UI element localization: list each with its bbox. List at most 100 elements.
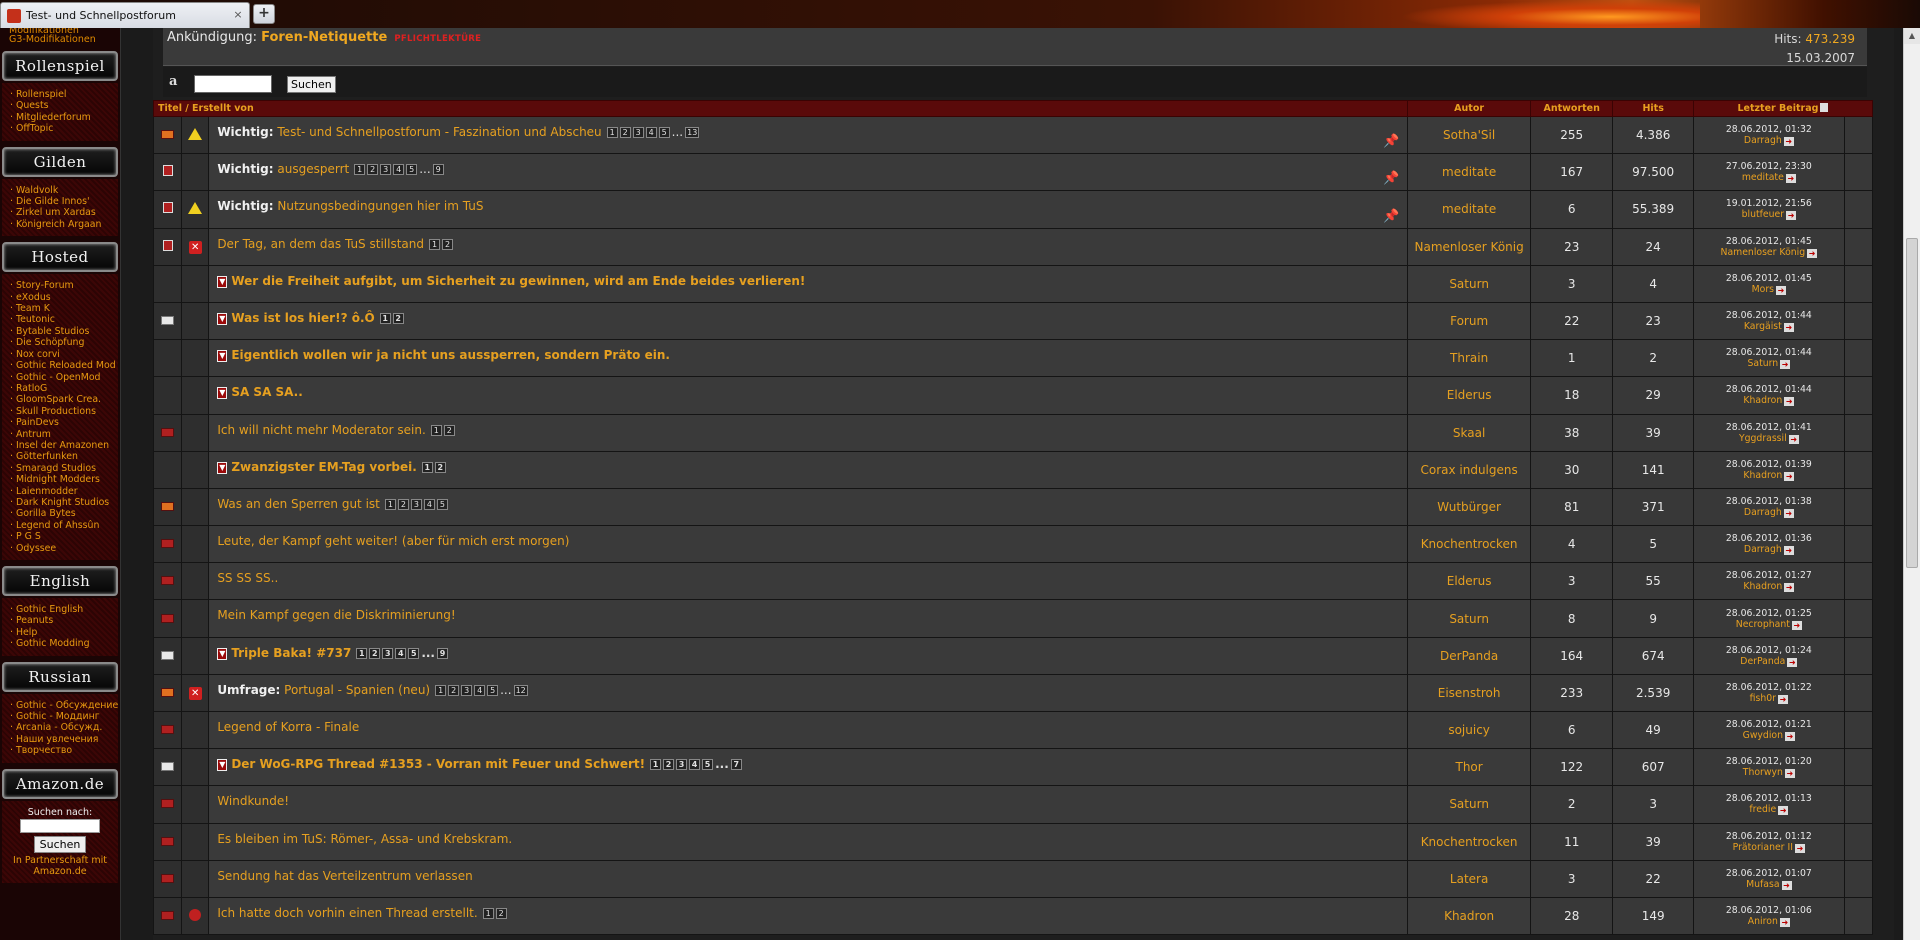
jump-new-icon[interactable]: ▼ bbox=[217, 759, 228, 772]
goto-last-icon[interactable]: ➜ bbox=[1788, 434, 1799, 444]
scroll-up-icon[interactable]: ▲ bbox=[1904, 28, 1920, 44]
page-link[interactable]: 2 bbox=[619, 127, 631, 138]
sidebar-link[interactable]: Waldvolk bbox=[10, 185, 118, 196]
page-link[interactable]: 2 bbox=[369, 647, 381, 659]
page-link[interactable]: 1 bbox=[482, 907, 494, 919]
header-last-post[interactable]: Letzter Beitrag bbox=[1692, 100, 1874, 117]
amazon-search-button[interactable]: Suchen bbox=[33, 835, 87, 853]
thread-link[interactable]: Windkunde! bbox=[217, 794, 289, 808]
scrollbar-thumb[interactable] bbox=[1906, 238, 1918, 568]
sidebar-link[interactable]: RatloG bbox=[10, 383, 118, 394]
sidebar-link[interactable]: Mitgliederforum bbox=[10, 112, 118, 123]
thread-author[interactable]: Knochentrocken bbox=[1407, 525, 1531, 564]
jump-new-icon[interactable]: ▼ bbox=[217, 275, 228, 288]
last-post-user[interactable]: Kargäist bbox=[1744, 321, 1782, 332]
sidebar-link[interactable]: OffTopic bbox=[10, 123, 118, 134]
browser-tab[interactable]: Test- und Schnellpostforum × bbox=[0, 2, 250, 28]
thread-link[interactable]: Zwanzigster EM-Tag vorbei. bbox=[231, 460, 416, 474]
goto-last-icon[interactable]: ➜ bbox=[1780, 360, 1791, 370]
last-post-user[interactable]: Khadron bbox=[1743, 581, 1782, 592]
forum-search-button[interactable]: Suchen bbox=[287, 76, 336, 93]
page-link[interactable]: 2 bbox=[441, 238, 453, 250]
last-post-user[interactable]: blutfeuer bbox=[1742, 209, 1784, 220]
last-post-user[interactable]: Necrophant bbox=[1736, 619, 1790, 630]
goto-last-icon[interactable]: ➜ bbox=[1781, 880, 1792, 890]
page-link[interactable]: 13 bbox=[685, 127, 700, 138]
thread-author[interactable]: Thrain bbox=[1407, 339, 1531, 378]
thread-link[interactable]: Portugal - Spanien (neu) bbox=[284, 683, 430, 697]
sidebar-link[interactable]: Dark Knight Studios bbox=[10, 497, 118, 508]
goto-last-icon[interactable]: ➜ bbox=[1783, 323, 1794, 333]
goto-last-icon[interactable]: ➜ bbox=[1783, 546, 1794, 556]
thread-link[interactable]: Leute, der Kampf geht weiter! (aber für … bbox=[217, 534, 569, 548]
page-scrollbar[interactable]: ▲ bbox=[1903, 28, 1920, 940]
last-post-user[interactable]: Namenloser König bbox=[1721, 247, 1806, 258]
page-link[interactable]: 5 bbox=[658, 127, 670, 138]
goto-last-icon[interactable]: ➜ bbox=[1784, 583, 1795, 593]
last-post-user[interactable]: DerPanda bbox=[1740, 656, 1785, 667]
header-replies[interactable]: Antworten bbox=[1529, 100, 1614, 117]
goto-last-icon[interactable]: ➜ bbox=[1807, 248, 1818, 258]
page-link[interactable]: 2 bbox=[367, 164, 379, 176]
sidebar-link[interactable]: PainDevs bbox=[10, 417, 118, 428]
sidebar-link[interactable]: Smaragd Studios bbox=[10, 463, 118, 474]
last-post-user[interactable]: Yggdrassil bbox=[1739, 433, 1787, 444]
page-link[interactable]: 2 bbox=[434, 461, 446, 473]
page-link[interactable]: 4 bbox=[689, 759, 701, 771]
jump-new-icon[interactable]: ▼ bbox=[217, 312, 228, 325]
page-link[interactable]: 4 bbox=[423, 498, 435, 510]
page-link[interactable]: 1 bbox=[384, 498, 396, 510]
last-post-user[interactable]: Saturn bbox=[1747, 358, 1778, 369]
page-link[interactable]: 1 bbox=[354, 164, 366, 176]
thread-author[interactable]: meditate bbox=[1407, 190, 1531, 229]
jump-new-icon[interactable]: ▼ bbox=[217, 461, 228, 474]
sidebar-link[interactable]: Insel der Amazonen bbox=[10, 440, 118, 451]
sidebar-link[interactable]: Antrum bbox=[10, 429, 118, 440]
page-link[interactable]: 9 bbox=[432, 164, 444, 176]
thread-author[interactable]: Khadron bbox=[1407, 896, 1531, 936]
thread-author[interactable]: Saturn bbox=[1407, 264, 1531, 303]
sidebar-link[interactable]: Gothic - OpenMod bbox=[10, 372, 118, 383]
thread-author[interactable]: Sotha'Sil bbox=[1407, 115, 1531, 155]
goto-last-icon[interactable]: ➜ bbox=[1778, 806, 1789, 816]
sidebar-link[interactable]: Götterfunken bbox=[10, 451, 118, 462]
thread-link[interactable]: Ich hatte doch vorhin einen Thread erste… bbox=[217, 906, 477, 920]
goto-last-icon[interactable]: ➜ bbox=[1783, 508, 1794, 518]
header-hits[interactable]: Hits bbox=[1612, 100, 1694, 117]
thread-link[interactable]: ausgesperrt bbox=[277, 162, 349, 176]
thread-author[interactable]: Knochentrocken bbox=[1407, 822, 1531, 861]
page-link[interactable]: 2 bbox=[448, 684, 460, 696]
thread-link[interactable]: SS SS SS.. bbox=[217, 571, 278, 585]
thread-author[interactable]: Saturn bbox=[1407, 599, 1531, 638]
page-link[interactable]: 3 bbox=[676, 759, 688, 771]
page-link[interactable]: 2 bbox=[443, 424, 455, 436]
page-link[interactable]: 3 bbox=[410, 498, 422, 510]
thread-link[interactable]: Es bleiben im TuS: Römer-, Assa- und Kre… bbox=[217, 832, 512, 846]
jump-new-icon[interactable]: ▼ bbox=[217, 350, 228, 363]
page-link[interactable]: 2 bbox=[663, 759, 675, 771]
sidebar-link[interactable]: Help bbox=[10, 627, 118, 638]
page-link[interactable]: 1 bbox=[606, 127, 618, 138]
thread-author[interactable]: Namenloser König bbox=[1407, 227, 1531, 266]
thread-link[interactable]: SA SA SA.. bbox=[231, 385, 302, 399]
sidebar-link[interactable]: Peanuts bbox=[10, 615, 118, 626]
page-link[interactable]: 4 bbox=[474, 684, 486, 696]
sidebar-link[interactable]: Gothic English bbox=[10, 604, 118, 615]
last-post-user[interactable]: Darragh bbox=[1744, 544, 1782, 555]
page-link[interactable]: 4 bbox=[395, 647, 407, 659]
jump-new-icon[interactable]: ▼ bbox=[217, 387, 228, 400]
goto-last-icon[interactable]: ➜ bbox=[1776, 285, 1787, 295]
page-link[interactable]: 7 bbox=[730, 759, 742, 771]
sidebar-link[interactable]: Odyssee bbox=[10, 543, 118, 554]
goto-last-icon[interactable]: ➜ bbox=[1777, 694, 1788, 704]
page-link[interactable]: 5 bbox=[406, 164, 418, 176]
goto-last-icon[interactable]: ➜ bbox=[1784, 769, 1795, 779]
thread-author[interactable]: sojuicy bbox=[1407, 710, 1531, 750]
last-post-user[interactable]: meditate bbox=[1742, 172, 1784, 183]
goto-last-icon[interactable]: ➜ bbox=[1785, 174, 1796, 184]
goto-last-icon[interactable]: ➜ bbox=[1786, 211, 1797, 221]
sidebar-link[interactable]: Legend of Ahssûn bbox=[10, 520, 118, 531]
thread-author[interactable]: Forum bbox=[1407, 301, 1531, 341]
page-link[interactable]: 3 bbox=[380, 164, 392, 176]
sidebar-link[interactable]: Gothic Modding bbox=[10, 638, 118, 649]
